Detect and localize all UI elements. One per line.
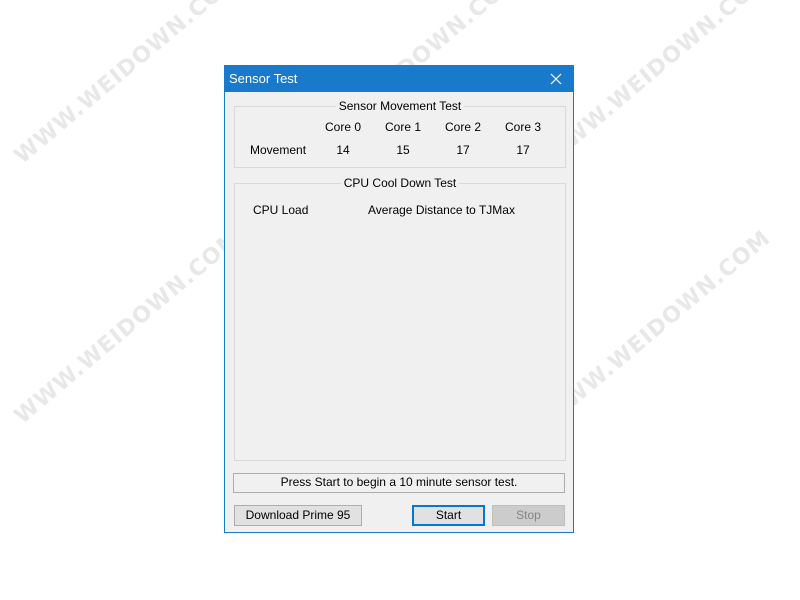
- cpu-load-header: CPU Load: [253, 203, 309, 217]
- movement-value-core-1: 15: [396, 143, 410, 157]
- stop-button[interactable]: Stop: [492, 505, 565, 526]
- close-button[interactable]: [539, 66, 573, 92]
- watermark: WWW.WEIDOWN.COM: [10, 0, 246, 170]
- avg-distance-header: Average Distance to TJMax: [368, 203, 515, 217]
- header-core-1: Core 1: [384, 120, 422, 134]
- window-title: Sensor Test: [229, 71, 298, 86]
- close-icon: [550, 73, 562, 85]
- movement-value-core-0: 14: [336, 143, 350, 157]
- watermark: WWW.WEIDOWN.COM: [10, 225, 246, 430]
- download-prime95-button[interactable]: Download Prime 95: [234, 505, 362, 526]
- desktop: WWW.WEIDOWN.COM WWW.WEIDOWN.COM WWW.WEID…: [0, 0, 800, 600]
- cpu-cooldown-title: CPU Cool Down Test: [340, 176, 460, 190]
- status-message: Press Start to begin a 10 minute sensor …: [233, 473, 565, 493]
- watermark: WWW.WEIDOWN.COM: [540, 225, 776, 430]
- header-core-0: Core 0: [324, 120, 362, 134]
- movement-value-core-2: 17: [456, 143, 470, 157]
- sensor-movement-title: Sensor Movement Test: [335, 99, 465, 113]
- cpu-cooldown-group: CPU Cool Down Test CPU Load Average Dist…: [234, 176, 566, 461]
- header-core-3: Core 3: [504, 120, 542, 134]
- header-core-2: Core 2: [444, 120, 482, 134]
- start-button[interactable]: Start: [412, 505, 485, 526]
- sensor-movement-group: Sensor Movement Test Core 0 Core 1 Core …: [234, 99, 566, 168]
- movement-value-core-3: 17: [516, 143, 530, 157]
- sensor-test-dialog: Sensor Test Sensor Movement Test Core 0 …: [224, 65, 574, 533]
- watermark: WWW.WEIDOWN.COM: [540, 0, 776, 170]
- title-bar[interactable]: Sensor Test: [225, 66, 573, 92]
- movement-row-label: Movement: [250, 143, 307, 157]
